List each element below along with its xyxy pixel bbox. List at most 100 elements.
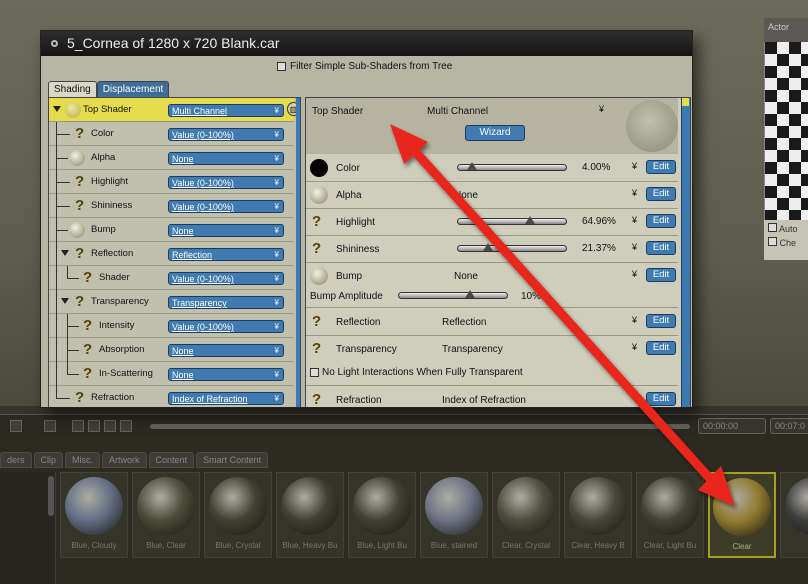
tree-label: Intensity: [99, 320, 135, 331]
timeline-play-button[interactable]: [88, 420, 100, 432]
slider-thumb[interactable]: [466, 162, 477, 170]
tree-row-top-shader[interactable]: Top Shader Multi Channel ¥ ▥: [49, 98, 300, 122]
tree-row-reflection[interactable]: ? Reflection Reflection ¥: [49, 242, 294, 266]
panel-scroll-handle[interactable]: [682, 98, 689, 106]
material-thumbnail[interactable]: Blue, Crystal: [204, 472, 272, 558]
timeline-time-current[interactable]: 00:00:00: [698, 418, 766, 434]
chevron-down-icon[interactable]: ¥: [632, 188, 637, 198]
library-tab-artwork[interactable]: Artwork: [102, 452, 147, 468]
tree-row-intensity[interactable]: ? Intensity Value (0-100%) ¥: [49, 314, 294, 338]
tree-row-shader[interactable]: ? Shader Value (0-100%) ¥: [49, 266, 294, 290]
alpha-swatch[interactable]: [310, 186, 328, 204]
color-swatch[interactable]: [310, 159, 328, 177]
tree-row-refraction[interactable]: ? Refraction Index of Refraction ¥: [49, 386, 294, 407]
tree-select[interactable]: Multi Channel ¥: [168, 104, 284, 117]
timeline-key-button[interactable]: [44, 420, 56, 432]
library-tab-clip[interactable]: Clip: [33, 452, 64, 468]
chevron-down-icon[interactable]: ¥: [632, 242, 637, 252]
bump-amplitude-slider[interactable]: [398, 290, 508, 299]
library-tab-smart-content[interactable]: Smart Content: [196, 452, 269, 468]
material-thumbnail[interactable]: Blue, Heavy Bu: [276, 472, 344, 558]
color-slider[interactable]: [457, 162, 567, 171]
tree-row-shininess[interactable]: ? Shininess Value (0-100%) ¥: [49, 194, 294, 218]
slider-thumb[interactable]: [483, 243, 494, 251]
tab-shading[interactable]: Shading: [48, 81, 97, 97]
chevron-down-icon[interactable]: ¥: [632, 269, 637, 279]
tree-select[interactable]: None ¥: [168, 224, 284, 237]
wizard-button[interactable]: Wizard: [465, 125, 525, 141]
tree-select[interactable]: None ¥: [168, 344, 284, 357]
dialog-titlebar[interactable]: 5_Cornea of 1280 x 720 Blank.car: [41, 31, 692, 56]
material-thumbnail[interactable]: Blue, Light Bu: [348, 472, 416, 558]
expand-arrow-icon[interactable]: [61, 250, 69, 256]
library-tab-shaders[interactable]: ders: [0, 452, 32, 468]
timeline-end-button[interactable]: [120, 420, 132, 432]
edit-button[interactable]: Edit: [646, 314, 676, 328]
edit-button[interactable]: Edit: [646, 268, 676, 282]
timeline-prev-button[interactable]: [72, 420, 84, 432]
tree-scrollbar[interactable]: [296, 98, 300, 407]
edit-button[interactable]: Edit: [646, 214, 676, 228]
top-shader-value[interactable]: Multi Channel: [427, 106, 488, 117]
library-tab-content[interactable]: Content: [148, 452, 195, 468]
no-light-checkbox[interactable]: [310, 368, 319, 377]
tree-row-in-scattering[interactable]: ? In-Scattering None ¥: [49, 362, 294, 386]
chevron-down-icon[interactable]: ¥: [632, 215, 637, 225]
tree-select[interactable]: None ¥: [168, 368, 284, 381]
edit-button[interactable]: Edit: [646, 392, 676, 406]
chevron-down-icon[interactable]: ¥: [632, 342, 637, 352]
top-shader-chevron-icon[interactable]: ¥: [599, 104, 604, 114]
library-scrollbar[interactable]: [48, 476, 54, 516]
dropdown-chevron-icon: ¥: [274, 370, 279, 379]
tree-select[interactable]: Reflection ¥: [168, 248, 284, 261]
material-thumbnail[interactable]: Clear: [708, 472, 776, 558]
edit-button[interactable]: Edit: [646, 341, 676, 355]
material-thumbnail[interactable]: Blue, Cloudy: [60, 472, 128, 558]
tree-select[interactable]: Value (0-100%) ¥: [168, 200, 284, 213]
material-thumbnail[interactable]: Clo: [780, 472, 808, 558]
timeline-start-button[interactable]: [10, 420, 22, 432]
material-thumbnail[interactable]: Blue, Clear: [132, 472, 200, 558]
tree-row-absorption[interactable]: ? Absorption None ¥: [49, 338, 294, 362]
edit-button[interactable]: Edit: [646, 160, 676, 174]
tree-select[interactable]: Index of Refraction ¥: [168, 392, 284, 405]
chevron-down-icon[interactable]: ¥: [632, 161, 637, 171]
tree-row-highlight[interactable]: ? Highlight Value (0-100%) ¥: [49, 170, 294, 194]
tree-row-alpha[interactable]: Alpha None ¥: [49, 146, 294, 170]
tree-select[interactable]: None ¥: [168, 152, 284, 165]
edit-button[interactable]: Edit: [646, 187, 676, 201]
slider-thumb[interactable]: [465, 290, 475, 298]
tab-displacement[interactable]: Displacement: [96, 81, 170, 97]
timeline-time-end[interactable]: 00:07:0: [770, 418, 808, 434]
filter-checkbox[interactable]: [277, 62, 286, 71]
material-thumbnail[interactable]: Clear, Light Bu: [636, 472, 704, 558]
chevron-down-icon[interactable]: ¥: [632, 315, 637, 325]
timeline-next-button[interactable]: [104, 420, 116, 432]
timeline-slider[interactable]: [150, 424, 690, 429]
material-thumbnail[interactable]: Clear, Heavy B: [564, 472, 632, 558]
material-thumbnail[interactable]: Blue, stained: [420, 472, 488, 558]
bump-swatch[interactable]: [310, 267, 328, 285]
chevron-down-icon[interactable]: ¥: [632, 393, 637, 403]
slider-thumb[interactable]: [524, 216, 535, 224]
tree-select[interactable]: Value (0-100%) ¥: [168, 128, 284, 141]
shininess-slider[interactable]: [457, 243, 567, 252]
viewport-checkerboard[interactable]: [764, 18, 808, 220]
edit-button[interactable]: Edit: [646, 241, 676, 255]
tree-select[interactable]: Value (0-100%) ¥: [168, 320, 284, 333]
auto-checkbox[interactable]: [768, 223, 777, 232]
question-icon: ?: [312, 213, 322, 230]
tree-select[interactable]: Value (0-100%) ¥: [168, 272, 284, 285]
tree-select[interactable]: Value (0-100%) ¥: [168, 176, 284, 189]
check-checkbox[interactable]: [768, 237, 777, 246]
panel-scrollbar[interactable]: [681, 98, 690, 407]
expand-arrow-icon[interactable]: [53, 106, 61, 112]
tree-select[interactable]: Transparency ¥: [168, 296, 284, 309]
tree-row-bump[interactable]: Bump None ¥: [49, 218, 294, 242]
tree-row-transparency[interactable]: ? Transparency Transparency ¥: [49, 290, 294, 314]
material-thumbnail[interactable]: Clear, Crystal: [492, 472, 560, 558]
tree-row-color[interactable]: ? Color Value (0-100%) ¥: [49, 122, 294, 146]
highlight-slider[interactable]: [457, 216, 567, 225]
expand-arrow-icon[interactable]: [61, 298, 69, 304]
library-tab-misc[interactable]: Misc.: [65, 452, 101, 468]
